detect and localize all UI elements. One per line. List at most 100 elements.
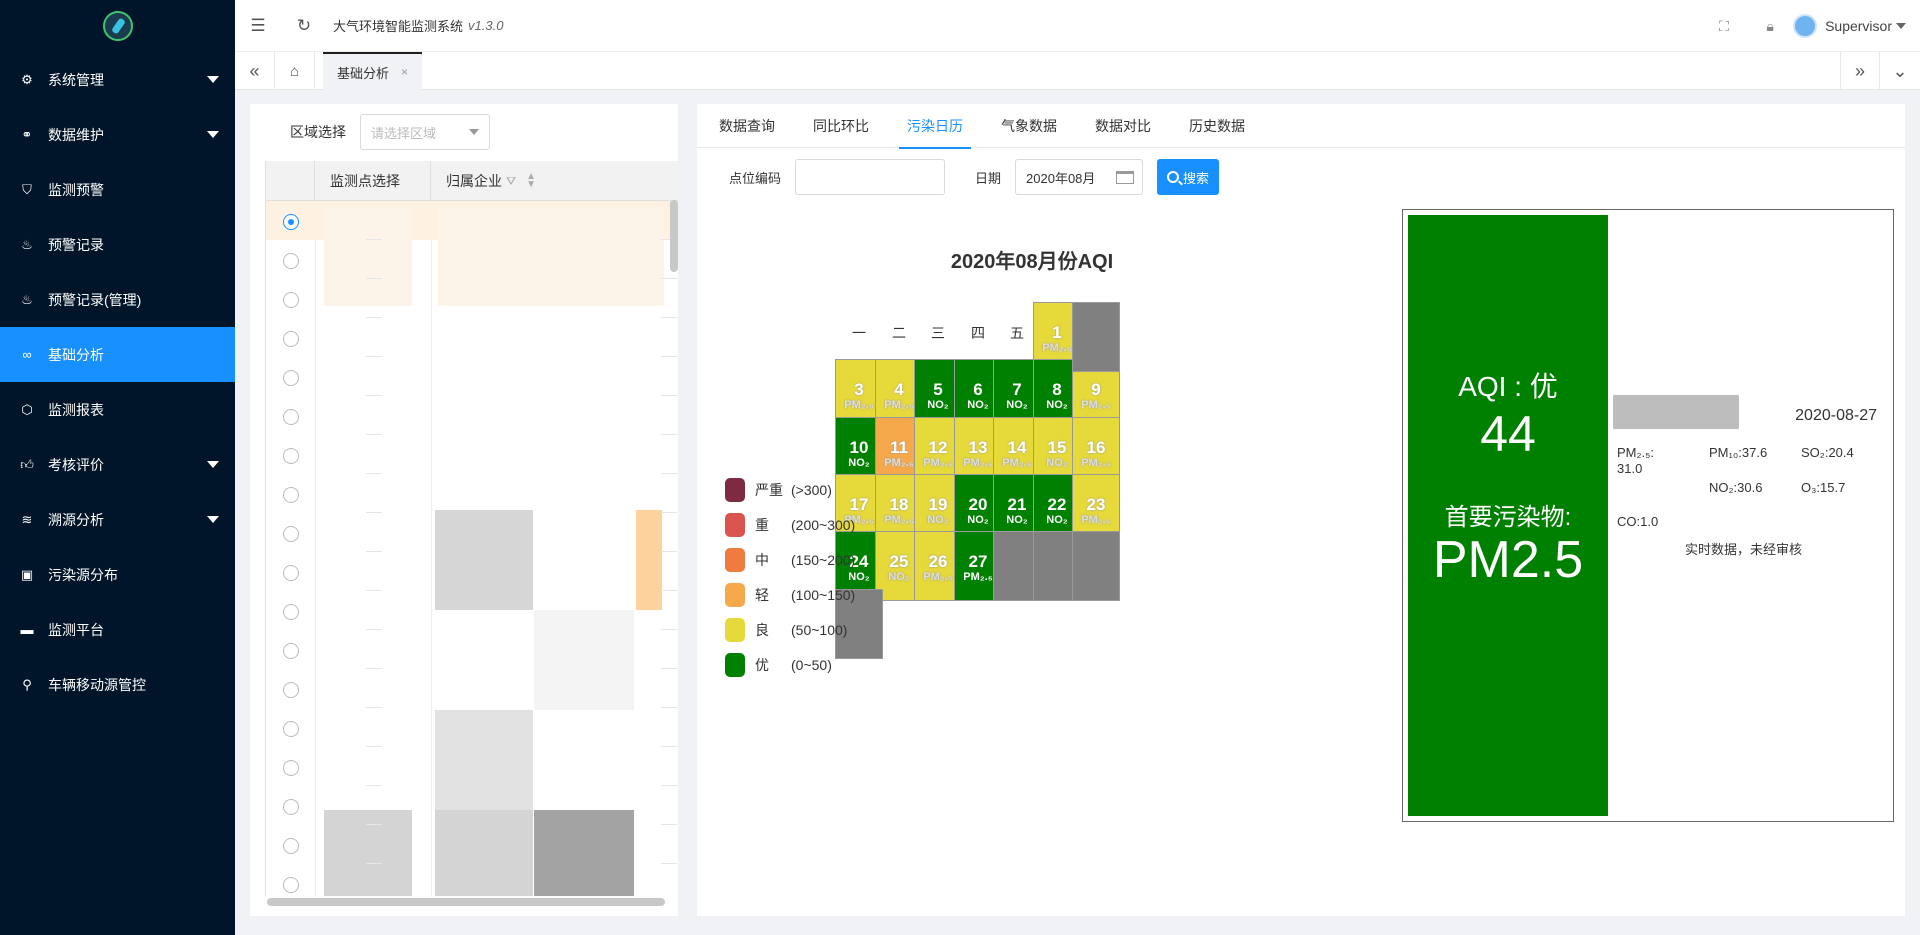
sidebar-item[interactable]: ⛉ 监测预警 (0, 162, 235, 217)
sidebar-item[interactable]: ⚙ 系统管理 (0, 52, 235, 107)
table-row[interactable] (266, 591, 678, 630)
close-tab-icon[interactable]: × (401, 65, 408, 79)
legend-item: 优 (0~50) (725, 652, 832, 678)
sidebar-item-label: 监测平台 (48, 621, 104, 638)
row-radio[interactable] (283, 799, 299, 815)
analysis-tab[interactable]: 数据对比 (1095, 104, 1151, 148)
analysis-tab[interactable]: 数据查询 (719, 104, 775, 148)
scroll-left-icon[interactable]: « (235, 52, 275, 90)
day-detail-panel: AQI : 优 44 首要污染物: PM2.5 2020-08-27 PM₂.₅… (1402, 209, 1894, 822)
row-radio[interactable] (283, 253, 299, 269)
row-radio[interactable] (283, 331, 299, 347)
table-row[interactable] (266, 357, 678, 396)
lock-icon[interactable]: 🔒︎ (1747, 18, 1793, 35)
row-radio[interactable] (283, 604, 299, 620)
fullscreen-icon[interactable]: ⛶ (1701, 18, 1747, 35)
table-row[interactable] (266, 474, 678, 513)
header-actions: ⛶ 🔒︎ Supervisor (1701, 0, 1906, 52)
home-icon[interactable]: ⌂ (275, 52, 315, 90)
vertical-scrollbar[interactable] (670, 200, 678, 272)
table-row[interactable] (266, 864, 678, 896)
row-radio[interactable] (283, 643, 299, 659)
analysis-tab[interactable]: 同比环比 (813, 104, 869, 148)
legend-range: (200~300) (791, 517, 856, 533)
sidebar-item[interactable]: ≋ 溯源分析 (0, 492, 235, 547)
table-row[interactable] (266, 825, 678, 864)
sidebar-item[interactable]: ⚭ 数据维护 (0, 107, 235, 162)
cube-icon: ⬡ (21, 401, 33, 417)
row-radio[interactable] (283, 565, 299, 581)
sort-icon[interactable]: ▲ ▼ (526, 171, 536, 189)
row-radio[interactable] (283, 409, 299, 425)
app-logo[interactable] (0, 0, 235, 52)
refresh-icon[interactable]: ↻ (281, 16, 327, 36)
row-radio[interactable] (283, 487, 299, 503)
analysis-tab[interactable]: 气象数据 (1001, 104, 1057, 148)
table-row[interactable] (266, 396, 678, 435)
sidebar-item[interactable]: ∞ 基础分析 (0, 327, 235, 382)
scroll-right-icon[interactable]: » (1840, 52, 1880, 90)
sidebar-item[interactable]: ⚲ 车辆移动源管控 (0, 657, 235, 712)
table-row[interactable] (266, 513, 678, 552)
user-dropdown-icon[interactable] (1896, 23, 1906, 29)
row-radio[interactable] (283, 370, 299, 386)
user-name[interactable]: Supervisor (1825, 18, 1892, 34)
sidebar-item[interactable]: ▬ 监测平台 (0, 602, 235, 657)
legend-name: 良 (755, 622, 769, 638)
table-row[interactable] (266, 279, 678, 318)
column-header-station[interactable]: 监测点选择 (315, 161, 431, 201)
sidebar-item[interactable]: 👍︎ 考核评价 (0, 437, 235, 492)
table-row[interactable] (266, 201, 678, 240)
data-note: 实时数据，未经审核 (1685, 542, 1803, 557)
table-row[interactable] (266, 630, 678, 669)
table-row[interactable] (266, 435, 678, 474)
analysis-tab[interactable]: 污染日历 (899, 104, 971, 149)
row-radio[interactable] (283, 721, 299, 737)
legend-range: (150~200) (791, 552, 856, 568)
row-radio[interactable] (283, 877, 299, 893)
row-radio[interactable] (283, 292, 299, 308)
sidebar-item[interactable]: ♨ 预警记录 (0, 217, 235, 272)
legend-swatch (725, 618, 745, 642)
legend-swatch (725, 478, 745, 502)
column-header-enterprise[interactable]: 归属企业 ⛛ ▲ ▼ (431, 161, 678, 201)
image-icon: ▣ (20, 566, 34, 582)
region-select[interactable]: 请选择区域 (360, 114, 490, 150)
table-row[interactable] (266, 240, 678, 279)
row-radio[interactable] (283, 526, 299, 542)
day-number: 9 (1091, 380, 1101, 399)
tab-basic-analysis[interactable]: 基础分析 × (323, 52, 423, 90)
row-radio[interactable] (283, 448, 299, 464)
table-row[interactable] (266, 708, 678, 747)
avatar[interactable] (1793, 14, 1818, 38)
chevron-down-icon (469, 129, 479, 135)
sidebar-item[interactable]: ♨ 预警记录(管理) (0, 272, 235, 327)
select-column-header (266, 161, 315, 201)
row-radio[interactable] (283, 214, 299, 230)
table-row[interactable] (266, 786, 678, 825)
legend-name: 轻 (755, 587, 769, 603)
site-code-input[interactable] (795, 159, 946, 195)
table-row[interactable] (266, 669, 678, 708)
row-radio[interactable] (283, 760, 299, 776)
table-row[interactable] (266, 747, 678, 786)
legend-item: 重 (200~300) (725, 512, 855, 538)
tabs-bar: « ⌂ 基础分析 × » ⌄ (235, 52, 1920, 90)
calendar-day-empty[interactable] (1072, 302, 1120, 372)
analysis-tab[interactable]: 历史数据 (1189, 104, 1245, 148)
calendar-day-empty[interactable] (1072, 531, 1120, 601)
sidebar-item-label: 监测报表 (48, 401, 104, 418)
menu-fold-icon[interactable]: ☰ (235, 16, 281, 36)
filter-icon[interactable]: ⛛ (506, 175, 516, 187)
chevron-down-icon[interactable]: ⌄ (1880, 52, 1920, 90)
table-row[interactable] (266, 552, 678, 591)
fire-icon: ♨ (21, 291, 33, 307)
table-row[interactable] (266, 318, 678, 357)
search-button[interactable]: 搜索 (1157, 159, 1220, 195)
row-radio[interactable] (283, 838, 299, 854)
row-radio[interactable] (283, 682, 299, 698)
sidebar-item[interactable]: ▣ 污染源分布 (0, 547, 235, 602)
sidebar-item[interactable]: ⬡ 监测报表 (0, 382, 235, 437)
horizontal-scrollbar[interactable] (267, 898, 665, 906)
month-picker[interactable]: 2020年08月 (1015, 159, 1144, 195)
